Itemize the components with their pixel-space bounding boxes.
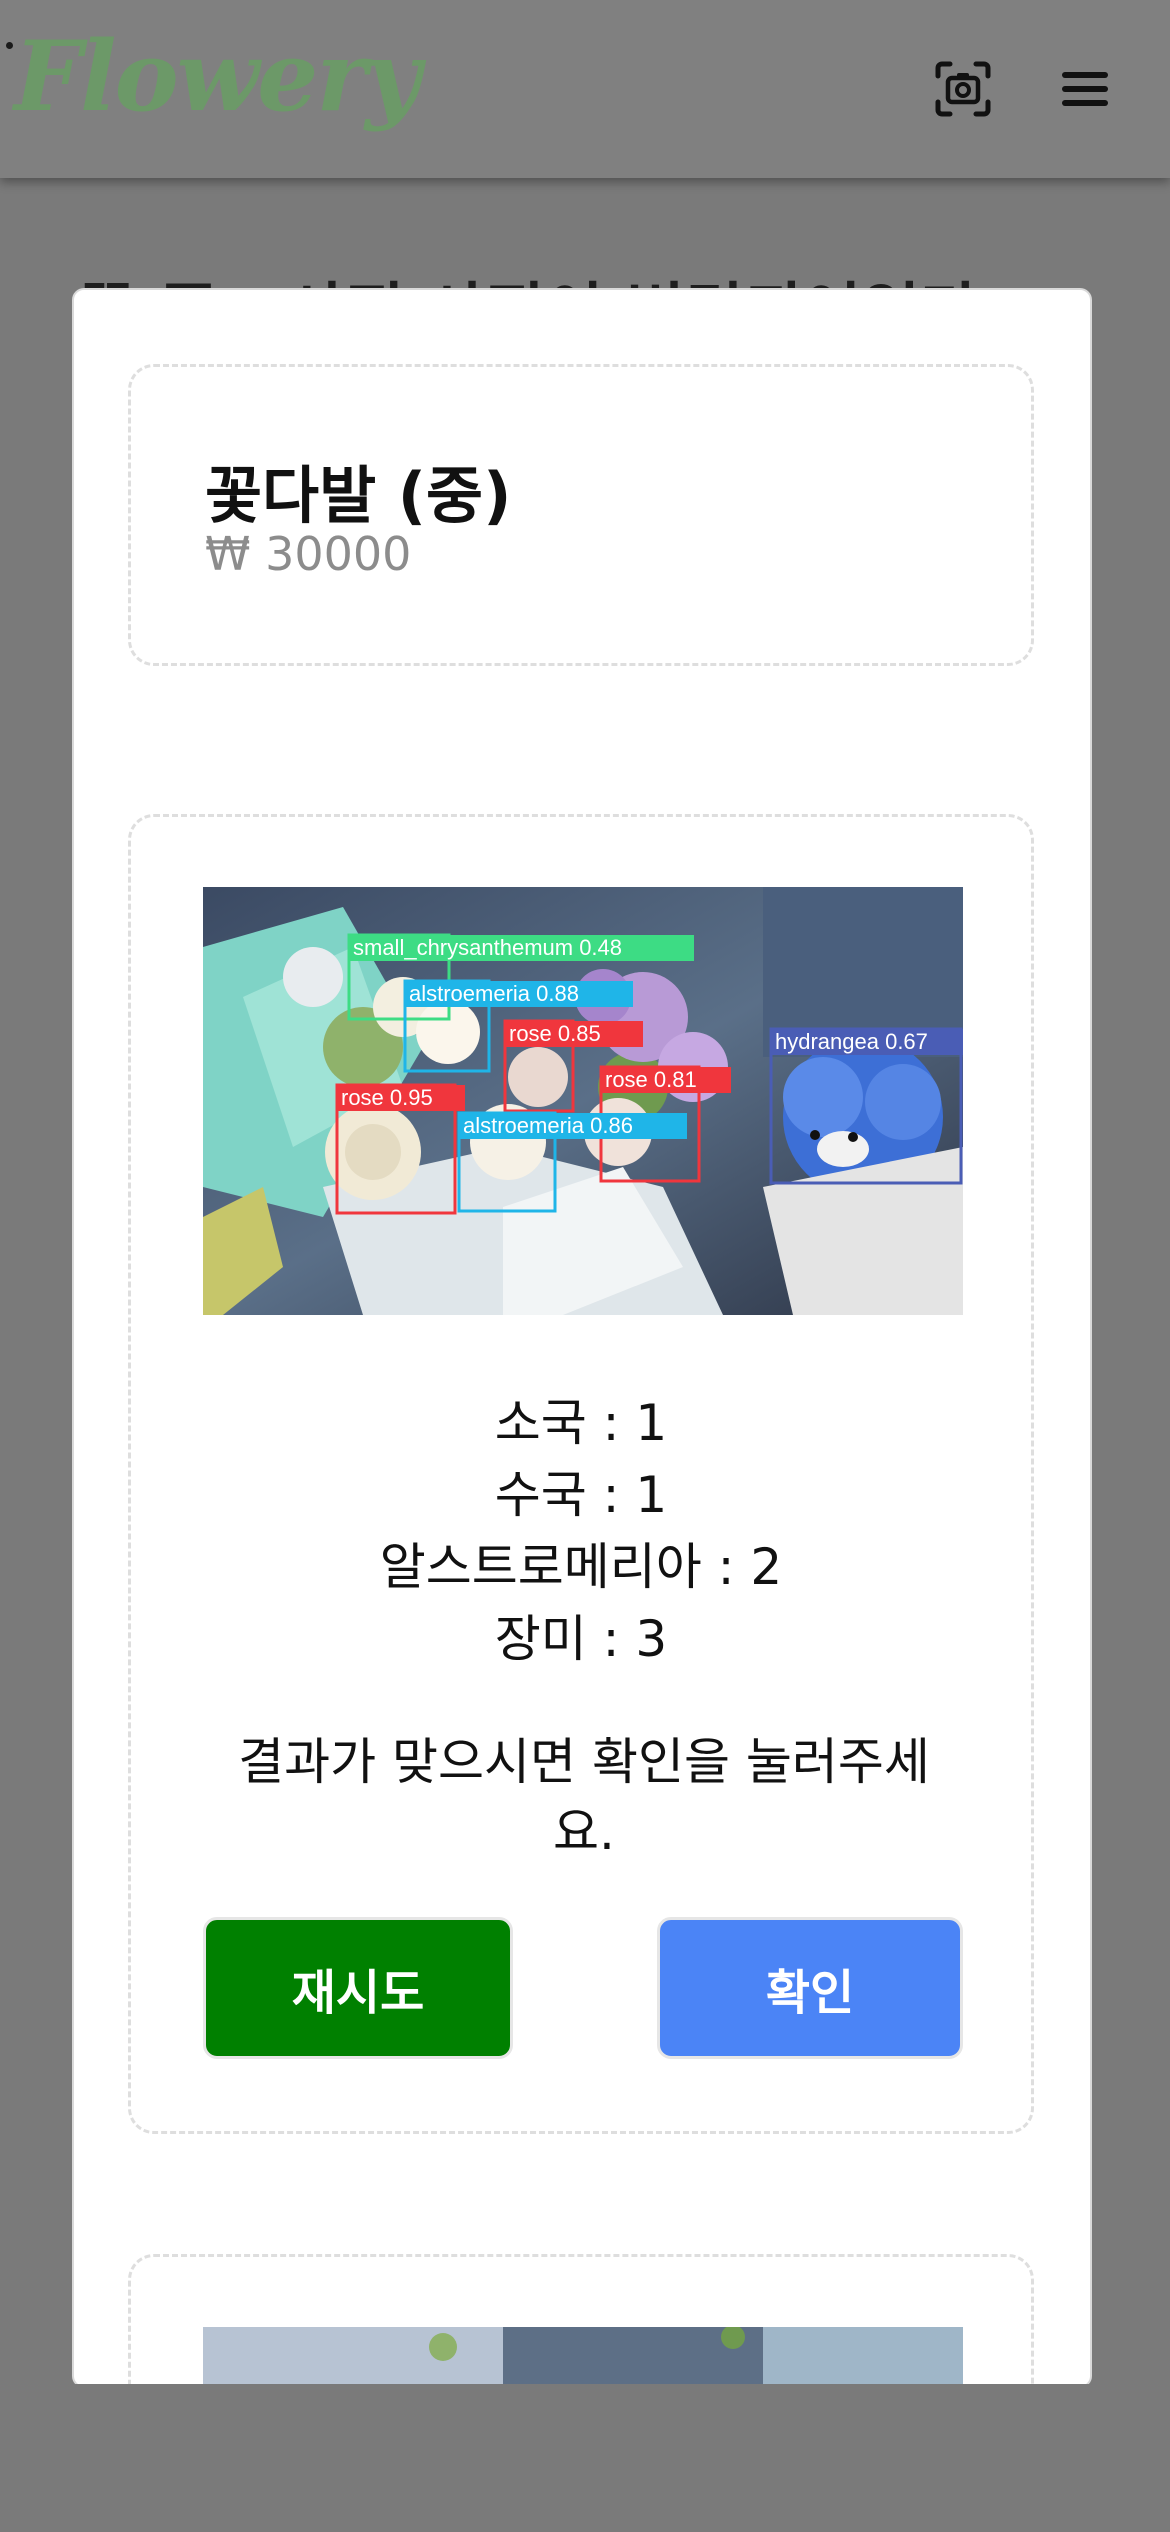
detection-result-card: small_chrysanthemum 0.48 alstroemeria 0.… [128, 814, 1034, 2134]
camera-scan-icon[interactable] [932, 58, 994, 120]
hamburger-menu-icon[interactable] [1054, 58, 1116, 120]
confirm-message: 결과가 맞으시면 확인을 눌러주세요. [238, 1733, 930, 1861]
confirm-button[interactable]: 확인 [657, 1917, 963, 2059]
app-header: Flowery [0, 0, 1170, 178]
box-label-small-chrysanthemum: small_chrysanthemum 0.48 [353, 935, 622, 960]
product-name: 꽃다발 (중) [205, 459, 512, 532]
count-item: 장미 : 3 [494, 1610, 668, 1668]
next-result-card [128, 2254, 1034, 2386]
box-label-rose-081: rose 0.81 [605, 1067, 697, 1092]
overlay-dim [0, 2384, 1170, 2532]
box-label-rose-085: rose 0.85 [509, 1021, 601, 1046]
product-price: ₩ 30000 [205, 527, 412, 581]
count-item: 수국 : 1 [494, 1466, 668, 1524]
count-item: 알스트로메리아 : 2 [379, 1538, 783, 1596]
status-dot [6, 42, 13, 49]
app-logo[interactable]: Flowery [14, 20, 421, 133]
box-label-alstroemeria-1: alstroemeria 0.88 [409, 981, 579, 1006]
next-detection-image [203, 2327, 963, 2386]
box-label-alstroemeria-2: alstroemeria 0.86 [463, 1113, 633, 1138]
box-label-rose-095: rose 0.95 [341, 1085, 433, 1110]
flower-count-list: 소국 : 1 수국 : 1 알스트로메리아 : 2 장미 : 3 [131, 1387, 1031, 1675]
result-modal: 꽃다발 (중) ₩ 30000 small_chrysanthemum 0.48… [72, 288, 1092, 2388]
product-card: 꽃다발 (중) ₩ 30000 [128, 364, 1034, 666]
detection-image: small_chrysanthemum 0.48 alstroemeria 0.… [203, 887, 963, 1315]
retry-button[interactable]: 재시도 [203, 1917, 513, 2059]
box-label-hydrangea: hydrangea 0.67 [775, 1029, 928, 1054]
count-item: 소국 : 1 [494, 1394, 668, 1452]
